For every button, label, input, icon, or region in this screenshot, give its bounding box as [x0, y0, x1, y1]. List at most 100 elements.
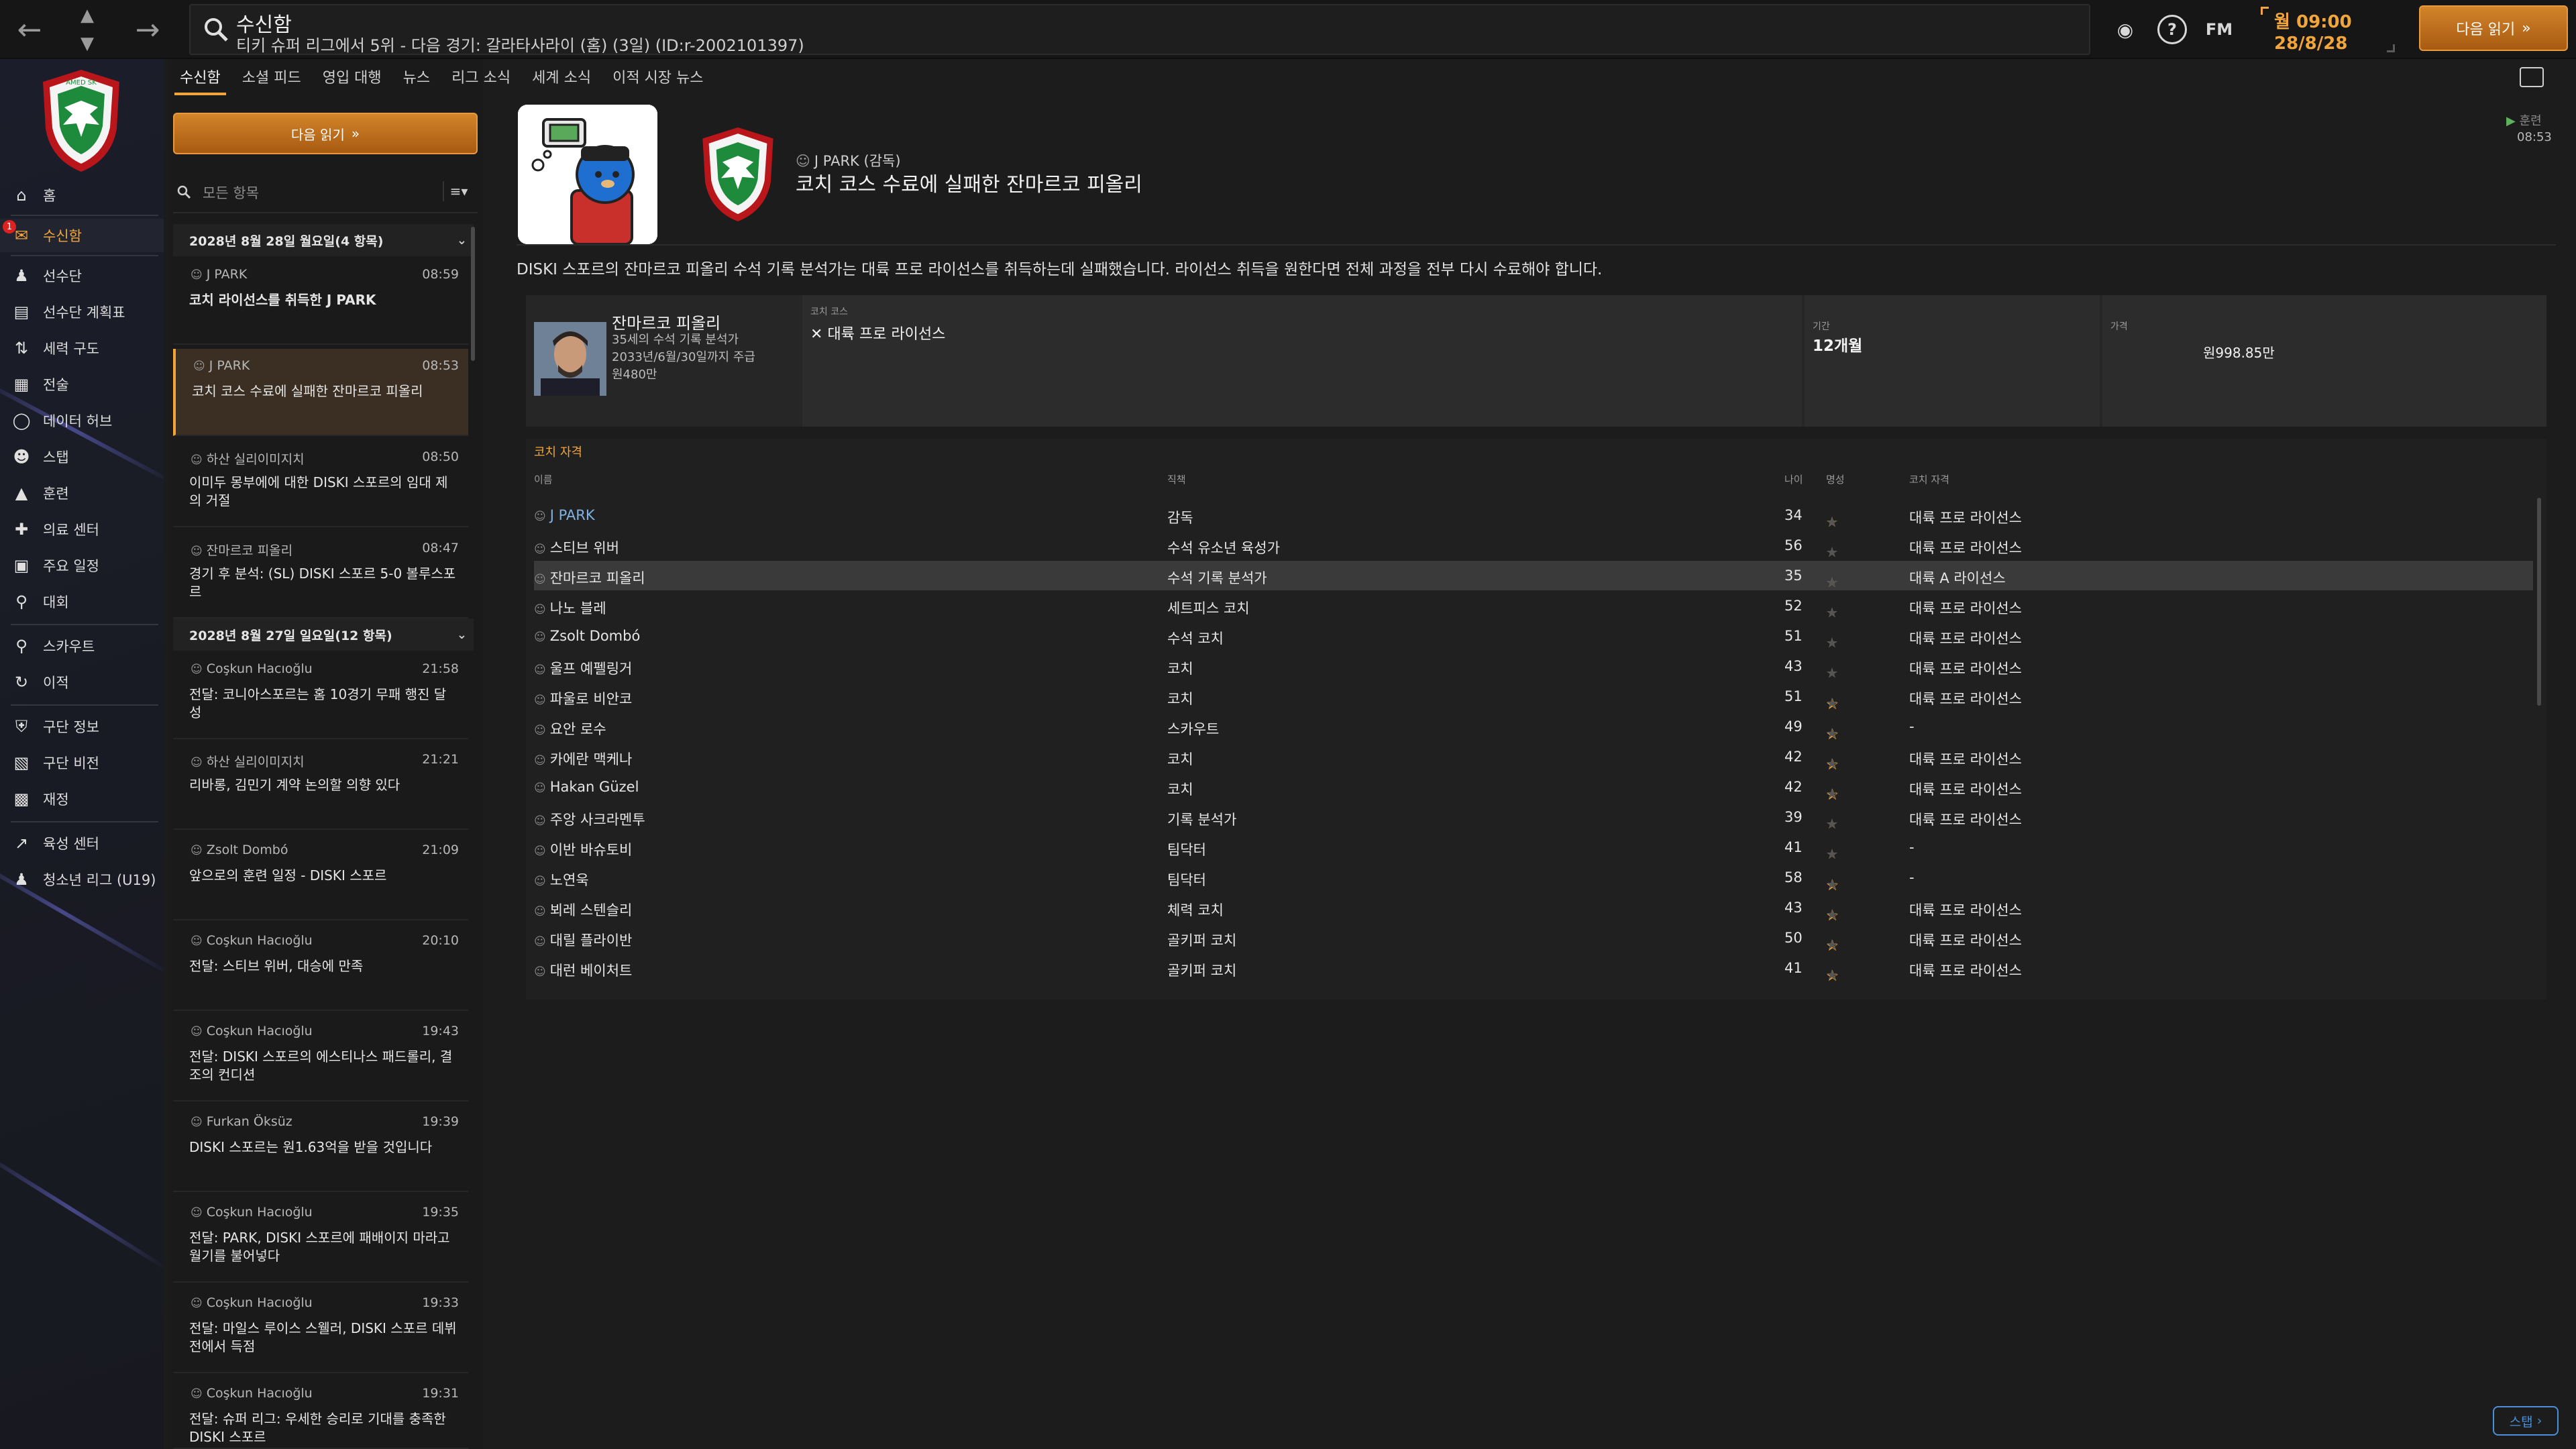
chevron-up-icon[interactable]: ▲	[80, 5, 94, 25]
table-row[interactable]: 대릴 플라이반골키퍼 코치50★★⯪★★대륙 프로 라이선스	[534, 923, 2533, 954]
sidebar-item-squad[interactable]: ♟ 선수단	[0, 259, 164, 292]
table-row[interactable]: 울프 예펠링거코치43★★★★★대륙 프로 라이선스	[534, 651, 2533, 681]
forward-arrow-icon[interactable]: →	[127, 7, 168, 52]
world-icon[interactable]: ◉	[2110, 15, 2140, 44]
sidebar-item-calendar[interactable]: ▣ 주요 일정	[0, 549, 164, 582]
message-list-scrollbar[interactable]	[471, 227, 475, 361]
col-role[interactable]: 직책	[1167, 472, 1186, 486]
sidebar-item-youth[interactable]: ♟ 청소년 리그 (U19)	[0, 863, 164, 896]
sidebar-item-competitions[interactable]: ⚲ 대회	[0, 585, 164, 619]
sidebar-item-inbox[interactable]: 1 ✉ 수신함	[0, 219, 164, 252]
staff-name-cell[interactable]: 잔마르코 피올리	[534, 568, 645, 588]
staff-photo[interactable]	[534, 322, 606, 396]
help-icon[interactable]: ?	[2157, 15, 2187, 44]
message-item[interactable]: 하산 실리이미지치 08:50 이미두 몽부에에 대한 DISKI 스포르의 임대 …	[173, 440, 468, 527]
chevron-down-icon[interactable]: ▼	[80, 34, 94, 54]
staff-name-cell[interactable]: 주앙 사크라멘투	[534, 809, 645, 829]
fm-menu-icon[interactable]: FM	[2204, 15, 2234, 44]
search-icon	[205, 18, 228, 42]
sidebar-item-development[interactable]: ↗ 육성 센터	[0, 826, 164, 860]
table-row[interactable]: 노연욱팀닥터58★⯪★★★-	[534, 863, 2533, 894]
read-next-button[interactable]: 다음 읽기 »	[173, 113, 478, 154]
staff-name-cell[interactable]: 노연욱	[534, 869, 589, 890]
message-item[interactable]: Coşkun Hacıoğlu 19:33 전달: 마일스 루이스 스웰러, DIS…	[173, 1286, 468, 1373]
staff-name-cell[interactable]: 울프 예펠링거	[534, 658, 633, 678]
staff-shortcut-button[interactable]: 스탭 ›	[2493, 1406, 2559, 1436]
tab-inbox[interactable]: 수신함	[169, 59, 231, 95]
app-window: ← ▲ ▼ → 수신함 티키 슈퍼 리그에서 5위 - 다음 경기: 갈라타사라…	[0, 0, 2576, 1449]
staff-name-cell[interactable]: 이반 바슈토비	[534, 839, 633, 859]
message-item[interactable]: Coşkun Hacıoğlu 19:31 전달: 슈퍼 리그: 우세한 승리로 기…	[173, 1377, 468, 1449]
sidebar-item-medical[interactable]: ✚ 의료 센터	[0, 513, 164, 546]
sidebar-item-dynamics[interactable]: ⇅ 세력 구도	[0, 331, 164, 365]
message-group-header[interactable]: 2028년 8월 28일 월요일(4 항목) ⌄	[173, 224, 474, 256]
tab-league-news[interactable]: 리그 소식	[441, 59, 521, 95]
message-item[interactable]: Coşkun Hacıoğlu 19:35 전달: PARK, DISKI 스포르에…	[173, 1195, 468, 1283]
continue-button[interactable]: 다음 읽기 »	[2419, 5, 2568, 51]
staff-name-cell[interactable]: 카에란 맥케나	[534, 749, 633, 769]
layout-toggle-icon[interactable]	[2520, 67, 2544, 87]
club-logo[interactable]: AMED SK	[38, 67, 125, 174]
message-item[interactable]: Furkan Öksüz 19:39 DISKI 스포르는 원1.63억을 받을 것…	[173, 1105, 468, 1192]
message-item[interactable]: Coşkun Hacıoğlu 21:58 전달: 코니아스포르는 홈 10경기 무…	[173, 652, 468, 739]
message-group-header[interactable]: 2028년 8월 27일 일요일(12 항목) ⌄	[173, 619, 474, 651]
sidebar-item-data-hub[interactable]: ◯ 데이터 허브	[0, 404, 164, 437]
staff-name-cell[interactable]: 파울로 비안코	[534, 688, 633, 708]
message-item[interactable]: 하산 실리이미지치 21:21 리바롱, 김민기 계약 논의할 의향 있다	[173, 743, 468, 830]
staff-name-cell[interactable]: 요안 로수	[534, 718, 606, 739]
sidebar-item-finances[interactable]: ▩ 재정	[0, 782, 164, 816]
staff-name-cell[interactable]: 스티브 위버	[534, 537, 619, 557]
table-row[interactable]: 카에란 맥케나코치42★★⯪★★대륙 프로 라이선스	[534, 742, 2533, 773]
sidebar-item-home[interactable]: ⌂ 홈	[0, 178, 164, 212]
tab-transfer-news[interactable]: 이적 시장 뉴스	[602, 59, 714, 95]
table-row[interactable]: 뵈레 스텐슬리체력 코치43★⯪★★★대륙 프로 라이선스	[534, 893, 2533, 924]
tab-recruitment[interactable]: 영입 대행	[312, 59, 392, 95]
message-item[interactable]: J PARK 08:59 코치 라이선스를 취득한 J PARK	[173, 258, 468, 345]
game-date[interactable]: 월 09:00 28/8/28	[2261, 5, 2395, 54]
sidebar-item-squad-plan[interactable]: ▤ 선수단 계획표	[0, 295, 164, 329]
table-row[interactable]: 대런 베이처트골키퍼 코치41★★⯪★★대륙 프로 라이선스	[534, 953, 2533, 984]
table-row[interactable]: 파울로 비안코코치51★★⯪★★대륙 프로 라이선스	[534, 682, 2533, 712]
message-filter[interactable]: 모든 항목 ≡▾	[173, 170, 478, 213]
sort-menu-icon[interactable]: ≡▾	[443, 181, 474, 201]
table-row[interactable]: 스티브 위버수석 유소년 육성가56★★★★★대륙 프로 라이선스	[534, 531, 2533, 560]
tab-news[interactable]: 뉴스	[392, 59, 441, 95]
message-item-selected[interactable]: J PARK 08:53 코치 코스 수료에 실패한 잔마르코 피올리	[173, 349, 468, 436]
sidebar-item-club-vision[interactable]: ▧ 구단 비전	[0, 746, 164, 780]
table-row[interactable]: 요안 로수스카우트49★★⯪★★-	[534, 712, 2533, 743]
message-item[interactable]: Zsolt Dombó 21:09 앞으로의 훈련 일정 - DISKI 스포르	[173, 833, 468, 920]
table-row[interactable]: Zsolt Dombó수석 코치51★★★★★대륙 프로 라이선스	[534, 621, 2533, 651]
sidebar-item-training[interactable]: ▲ 훈련	[0, 476, 164, 510]
staff-name-cell[interactable]: 대릴 플라이반	[534, 930, 633, 950]
message-item[interactable]: 잔마르코 피올리 08:47 경기 후 분석: (SL) DISKI 스포르 5-0…	[173, 531, 468, 619]
sidebar-item-tactics[interactable]: ▦ 전술	[0, 368, 164, 401]
table-row[interactable]: 주앙 사크라멘투기록 분석가39★★★★★대륙 프로 라이선스	[534, 802, 2533, 832]
col-reputation[interactable]: 명성	[1826, 472, 1845, 486]
back-arrow-icon[interactable]: ←	[9, 7, 50, 52]
staff-name-cell[interactable]: 나노 블레	[534, 598, 606, 618]
staff-name-cell[interactable]: 대런 베이처트	[534, 960, 633, 980]
tab-social-feed[interactable]: 소셜 피드	[231, 59, 312, 95]
table-scrollbar[interactable]	[2537, 498, 2541, 706]
sidebar-item-staff[interactable]: ☻ 스탭	[0, 440, 164, 474]
title-search-box[interactable]: 수신함 티키 슈퍼 리그에서 5위 - 다음 경기: 갈라타사라이 (홈) (3…	[189, 4, 2090, 55]
col-license[interactable]: 코치 자격	[1909, 472, 1949, 486]
sidebar-item-club-info[interactable]: ⛨ 구단 정보	[0, 710, 164, 743]
col-age[interactable]: 나이	[1784, 472, 1803, 486]
table-row[interactable]: 잔마르코 피올리수석 기록 분석가35★★★★★대륙 A 라이선스	[534, 561, 2533, 590]
message-time: 08:50	[422, 449, 459, 464]
message-item[interactable]: Coşkun Hacıoğlu 20:10 전달: 스티브 위버, 대승에 만족	[173, 924, 468, 1011]
table-row[interactable]: J PARK감독34★★★★★대륙 프로 라이선스	[534, 500, 2533, 530]
message-item[interactable]: Coşkun Hacıoğlu 19:43 전달: DISKI 스포르의 에스티나스…	[173, 1014, 468, 1102]
staff-name-cell[interactable]: J PARK	[534, 507, 595, 523]
staff-name-cell[interactable]: Hakan Güzel	[534, 779, 639, 795]
table-row[interactable]: 이반 바슈토비팀닥터41★★★★★-	[534, 833, 2533, 862]
staff-name-cell[interactable]: 뵈레 스텐슬리	[534, 900, 633, 920]
staff-name-cell[interactable]: Zsolt Dombó	[534, 628, 641, 644]
col-name[interactable]: 이름	[534, 472, 553, 486]
table-row[interactable]: 나노 블레세트피스 코치52★★★★★대륙 프로 라이선스	[534, 591, 2533, 621]
tab-world-news[interactable]: 세계 소식	[521, 59, 602, 95]
sidebar-item-transfers[interactable]: ↻ 이적	[0, 665, 164, 699]
table-row[interactable]: Hakan Güzel코치42★★⯪★★대륙 프로 라이선스	[534, 772, 2533, 803]
sidebar-item-scouting[interactable]: ⚲ 스카우트	[0, 629, 164, 663]
